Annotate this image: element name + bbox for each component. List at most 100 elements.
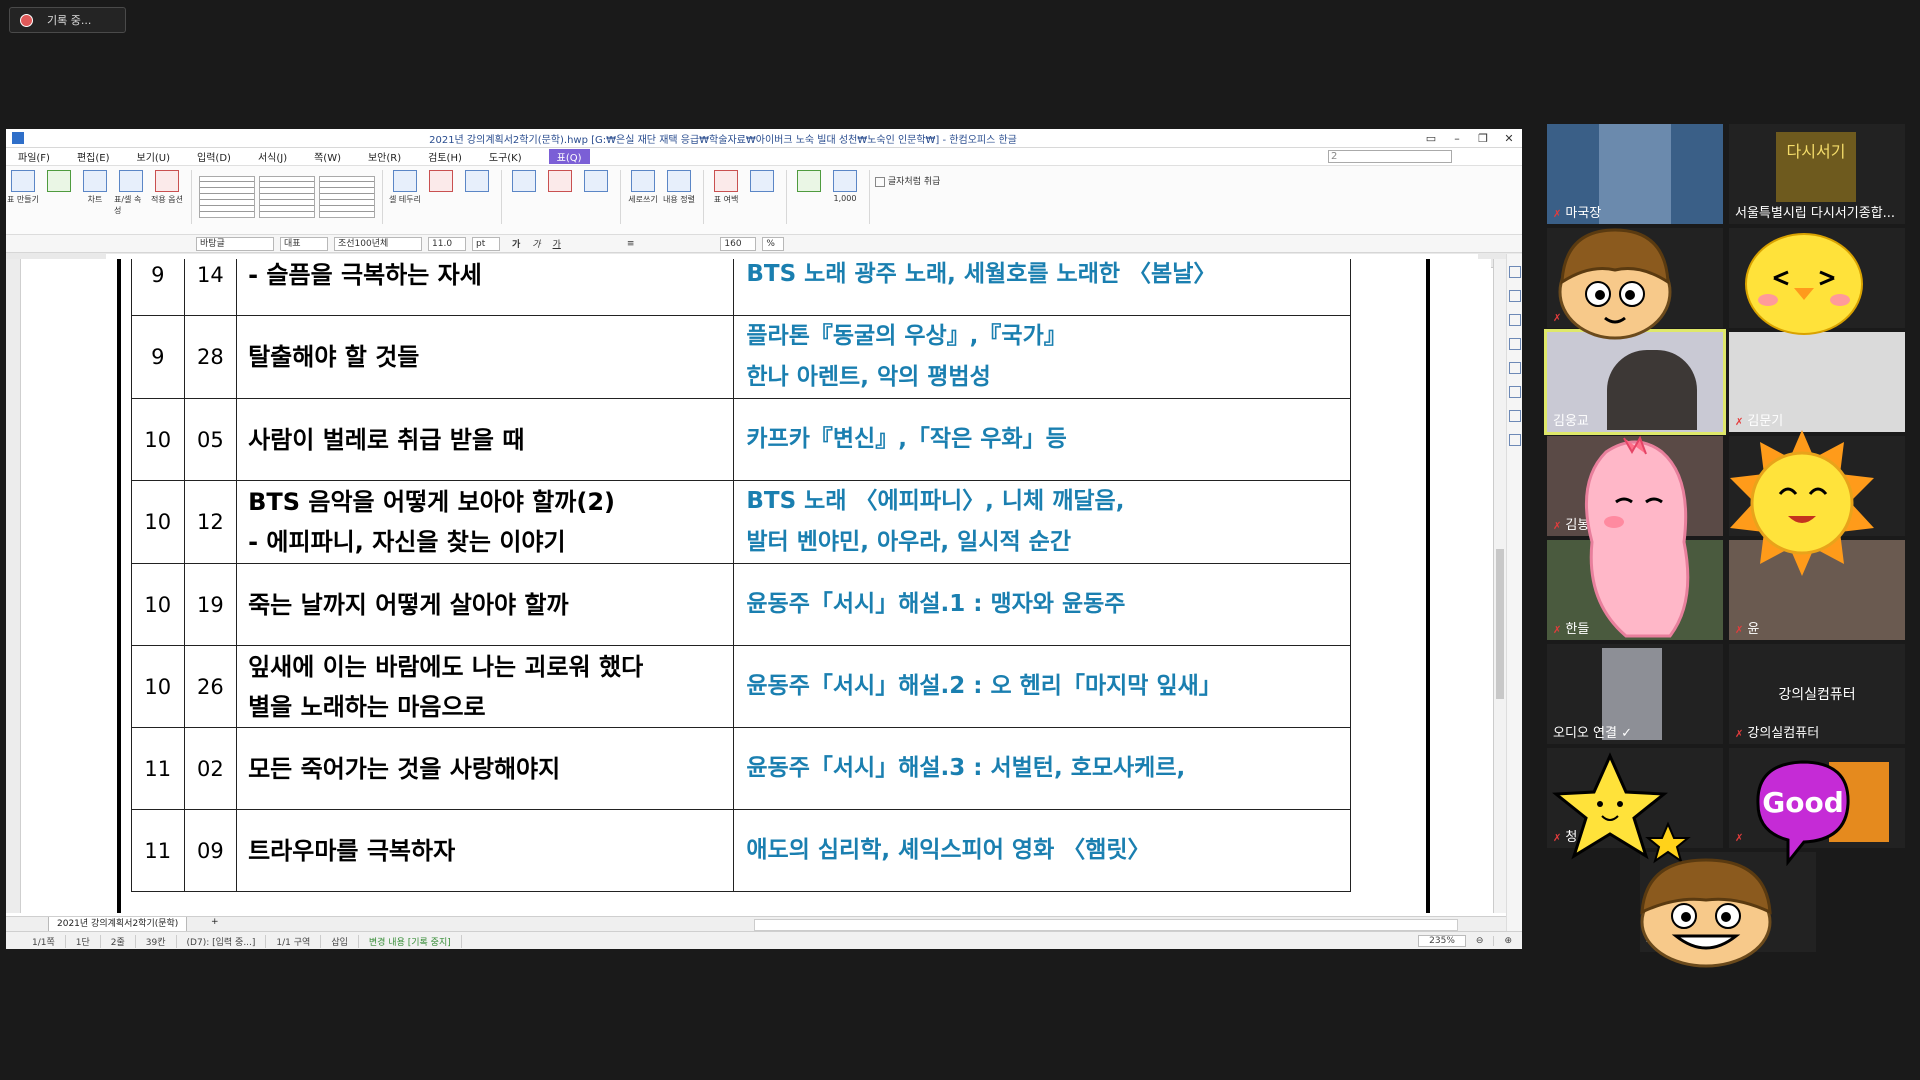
topic-cell[interactable]: 트라우마를 극복하자 bbox=[236, 809, 735, 892]
treat-as-char-checkbox[interactable]: 글자처럼 취급 bbox=[875, 174, 940, 187]
table-row[interactable]: 10 19 죽는 날까지 어떻게 살아야 할까 윤동주「서시」해설.1 : 맹자와 윤… bbox=[131, 563, 1351, 646]
menu-insert[interactable]: 입력(D) bbox=[197, 149, 231, 164]
month-cell[interactable]: 9 bbox=[131, 315, 185, 399]
font-size-input[interactable]: 11.0 bbox=[428, 236, 466, 251]
table-props-button[interactable]: 표/셀 속성 bbox=[114, 170, 148, 216]
participant-tile[interactable]: ✗ 김문기 bbox=[1729, 332, 1905, 432]
day-cell[interactable]: 14 bbox=[183, 259, 238, 316]
day-cell[interactable]: 12 bbox=[183, 480, 238, 564]
unit-select[interactable]: pt bbox=[472, 236, 500, 251]
italic-icon[interactable]: 가 bbox=[532, 237, 540, 250]
topic-cell[interactable]: BTS 음악을 어떻게 보아야 할까(2) - 에피파니, 자신을 찾는 이야기 bbox=[236, 480, 735, 564]
tool-icon[interactable] bbox=[1509, 434, 1521, 446]
zoom-value[interactable]: 235% bbox=[1418, 935, 1466, 947]
vertical-ruler[interactable] bbox=[6, 259, 21, 913]
status-mode[interactable]: 삽입 bbox=[321, 934, 359, 948]
delete-row-button[interactable] bbox=[543, 170, 577, 194]
table-row[interactable]: 9 14 - 슬픔을 극복하는 자세 BTS 노래 광주 노래, 세월호를 노래한 〈… bbox=[131, 259, 1351, 316]
table-row[interactable]: 11 09 트라우마를 극복하자 애도의 심리학, 셰익스피어 영화 〈햄릿〉 bbox=[131, 809, 1351, 892]
menu-review[interactable]: 검토(H) bbox=[428, 149, 462, 164]
reading-cell[interactable]: 윤동주「서시」해설.2 : 오 헨리「마지막 잎새」 bbox=[733, 645, 1351, 728]
menu-edit[interactable]: 편집(E) bbox=[77, 149, 110, 164]
menu-page[interactable]: 쪽(W) bbox=[314, 149, 341, 164]
day-cell[interactable]: 28 bbox=[183, 315, 238, 399]
lang-select[interactable]: 대표 bbox=[280, 236, 328, 251]
spacing-unit-select[interactable]: % bbox=[762, 236, 785, 251]
tool-icon[interactable] bbox=[1509, 410, 1521, 422]
topic-cell[interactable]: 죽는 날까지 어떻게 살아야 할까 bbox=[236, 563, 735, 646]
table-style-3[interactable] bbox=[319, 176, 375, 218]
zoom-in-icon[interactable]: ⊕ bbox=[1494, 936, 1522, 946]
table-row[interactable]: 10 05 사람이 벌레로 취급 받을 때 카프카『변신』,「작은 우화」등 bbox=[131, 398, 1351, 481]
menu-view[interactable]: 보기(U) bbox=[137, 149, 171, 164]
insert-row-button[interactable] bbox=[507, 170, 541, 194]
topic-cell[interactable]: - 슬픔을 극복하는 자세 bbox=[236, 259, 735, 316]
restore-button[interactable]: ❐ bbox=[1470, 132, 1496, 145]
menu-file[interactable]: 파일(F) bbox=[18, 149, 50, 164]
participant-tile[interactable]: 오디오 연결 ✓ bbox=[1547, 644, 1723, 744]
make-table-button[interactable]: 표 만들기 bbox=[6, 170, 40, 205]
bold-icon[interactable]: 가 bbox=[512, 237, 520, 250]
underline-icon[interactable]: 가 bbox=[553, 237, 561, 250]
table-margin-button[interactable]: 표 여백 bbox=[709, 170, 743, 205]
cell-border-button[interactable]: 셀 테두리 bbox=[388, 170, 422, 205]
month-cell[interactable]: 10 bbox=[131, 645, 185, 728]
table-row[interactable]: 10 26 잎새에 이는 바람에도 나는 괴로워 했다 별을 노래하는 마음으로 윤동주… bbox=[131, 645, 1351, 728]
reading-cell[interactable]: 카프카『변신』,「작은 우화」등 bbox=[733, 398, 1351, 481]
style-select[interactable]: 바탕글 bbox=[196, 236, 274, 251]
participant-tile[interactable]: 다시서기 서울특별시립 다시서기종합... bbox=[1729, 124, 1905, 224]
search-box[interactable]: 2 bbox=[1328, 150, 1452, 163]
thousand-sep-button[interactable]: 1,000 bbox=[828, 170, 862, 203]
day-cell[interactable]: 05 bbox=[183, 398, 238, 481]
edit-table-button[interactable] bbox=[42, 170, 76, 194]
table-style-2[interactable] bbox=[259, 176, 315, 218]
tool-icon[interactable] bbox=[1509, 290, 1521, 302]
day-cell[interactable]: 26 bbox=[183, 645, 238, 728]
content-align-button[interactable]: 내용 정렬 bbox=[662, 170, 696, 205]
topic-cell[interactable]: 사람이 벌레로 취급 받을 때 bbox=[236, 398, 735, 481]
participant-tile[interactable]: ✗ 마국장 bbox=[1547, 124, 1723, 224]
border-color-button[interactable] bbox=[424, 170, 458, 194]
tool-icon[interactable] bbox=[1509, 386, 1521, 398]
tool-icon[interactable] bbox=[1509, 338, 1521, 350]
apply-options-button[interactable]: 적용 옵션 bbox=[150, 170, 184, 205]
month-cell[interactable]: 9 bbox=[131, 259, 185, 316]
lecture-schedule-table[interactable]: 9 14 - 슬픔을 극복하는 자세 BTS 노래 광주 노래, 세월호를 노래한 〈… bbox=[131, 259, 1351, 892]
topic-cell[interactable]: 모든 죽어가는 것을 사랑해야지 bbox=[236, 727, 735, 810]
month-cell[interactable]: 11 bbox=[131, 727, 185, 810]
line-spacing-input[interactable]: 160 bbox=[720, 236, 757, 251]
zoom-out-icon[interactable]: ⊖ bbox=[1466, 936, 1495, 946]
add-tab-button[interactable]: + bbox=[211, 917, 219, 927]
day-cell[interactable]: 09 bbox=[183, 809, 238, 892]
ribbon-toggle-icon[interactable]: ▭ bbox=[1418, 132, 1444, 145]
day-cell[interactable]: 02 bbox=[183, 727, 238, 810]
menu-security[interactable]: 보안(R) bbox=[368, 149, 401, 164]
status-track-changes[interactable]: 변경 내용 [기록 중지] bbox=[359, 934, 462, 948]
active-speaker-tile[interactable]: 김웅교 bbox=[1544, 329, 1726, 435]
table-row[interactable]: 10 12 BTS 음악을 어떻게 보아야 할까(2) - 에피파니, 자신을 찾는 … bbox=[131, 480, 1351, 564]
menu-tools[interactable]: 도구(K) bbox=[489, 149, 522, 164]
reading-cell[interactable]: BTS 노래 〈에피파니〉, 니체 깨달음, 발터 벤야민, 아우라, 일시적 순… bbox=[733, 480, 1351, 564]
cell-size-button[interactable] bbox=[745, 170, 779, 194]
document-tab[interactable]: 2021년 강의계획서2학기(문학) bbox=[48, 917, 188, 932]
month-cell[interactable]: 10 bbox=[131, 563, 185, 646]
horizontal-scrollbar[interactable] bbox=[754, 919, 1458, 931]
reading-cell[interactable]: 플라톤『동굴의 우상』,『국가』 한나 아렌트, 악의 평범성 bbox=[733, 315, 1351, 399]
close-button[interactable]: ✕ bbox=[1496, 132, 1522, 145]
table-row[interactable]: 11 02 모든 죽어가는 것을 사랑해야지 윤동주「서시」해설.3 : 서벌턴, 호… bbox=[131, 727, 1351, 810]
topic-cell[interactable]: 탈출해야 할 것들 bbox=[236, 315, 735, 399]
menu-table[interactable]: 표(Q) bbox=[548, 149, 590, 164]
topic-cell[interactable]: 잎새에 이는 바람에도 나는 괴로워 했다 별을 노래하는 마음으로 bbox=[236, 645, 735, 728]
reading-cell[interactable]: 윤동주「서시」해설.1 : 맹자와 윤동주 bbox=[733, 563, 1351, 646]
recording-indicator[interactable]: 기록 중... bbox=[9, 7, 126, 33]
month-cell[interactable]: 11 bbox=[131, 809, 185, 892]
tool-icon[interactable] bbox=[1509, 266, 1521, 278]
vertical-write-button[interactable]: 세로쓰기 bbox=[626, 170, 660, 205]
reading-cell[interactable]: 윤동주「서시」해설.3 : 서벌턴, 호모사케르, bbox=[733, 727, 1351, 810]
split-cell-button[interactable] bbox=[579, 170, 613, 194]
menu-format[interactable]: 서식(J) bbox=[258, 149, 287, 164]
line-style-button[interactable] bbox=[460, 170, 494, 194]
document-area[interactable]: 9 14 - 슬픔을 극복하는 자세 BTS 노래 광주 노래, 세월호를 노래한 〈… bbox=[21, 259, 1491, 913]
participant-tile[interactable]: 강의실컴퓨터 ✗ 강의실컴퓨터 bbox=[1729, 644, 1905, 744]
month-cell[interactable]: 10 bbox=[131, 480, 185, 564]
